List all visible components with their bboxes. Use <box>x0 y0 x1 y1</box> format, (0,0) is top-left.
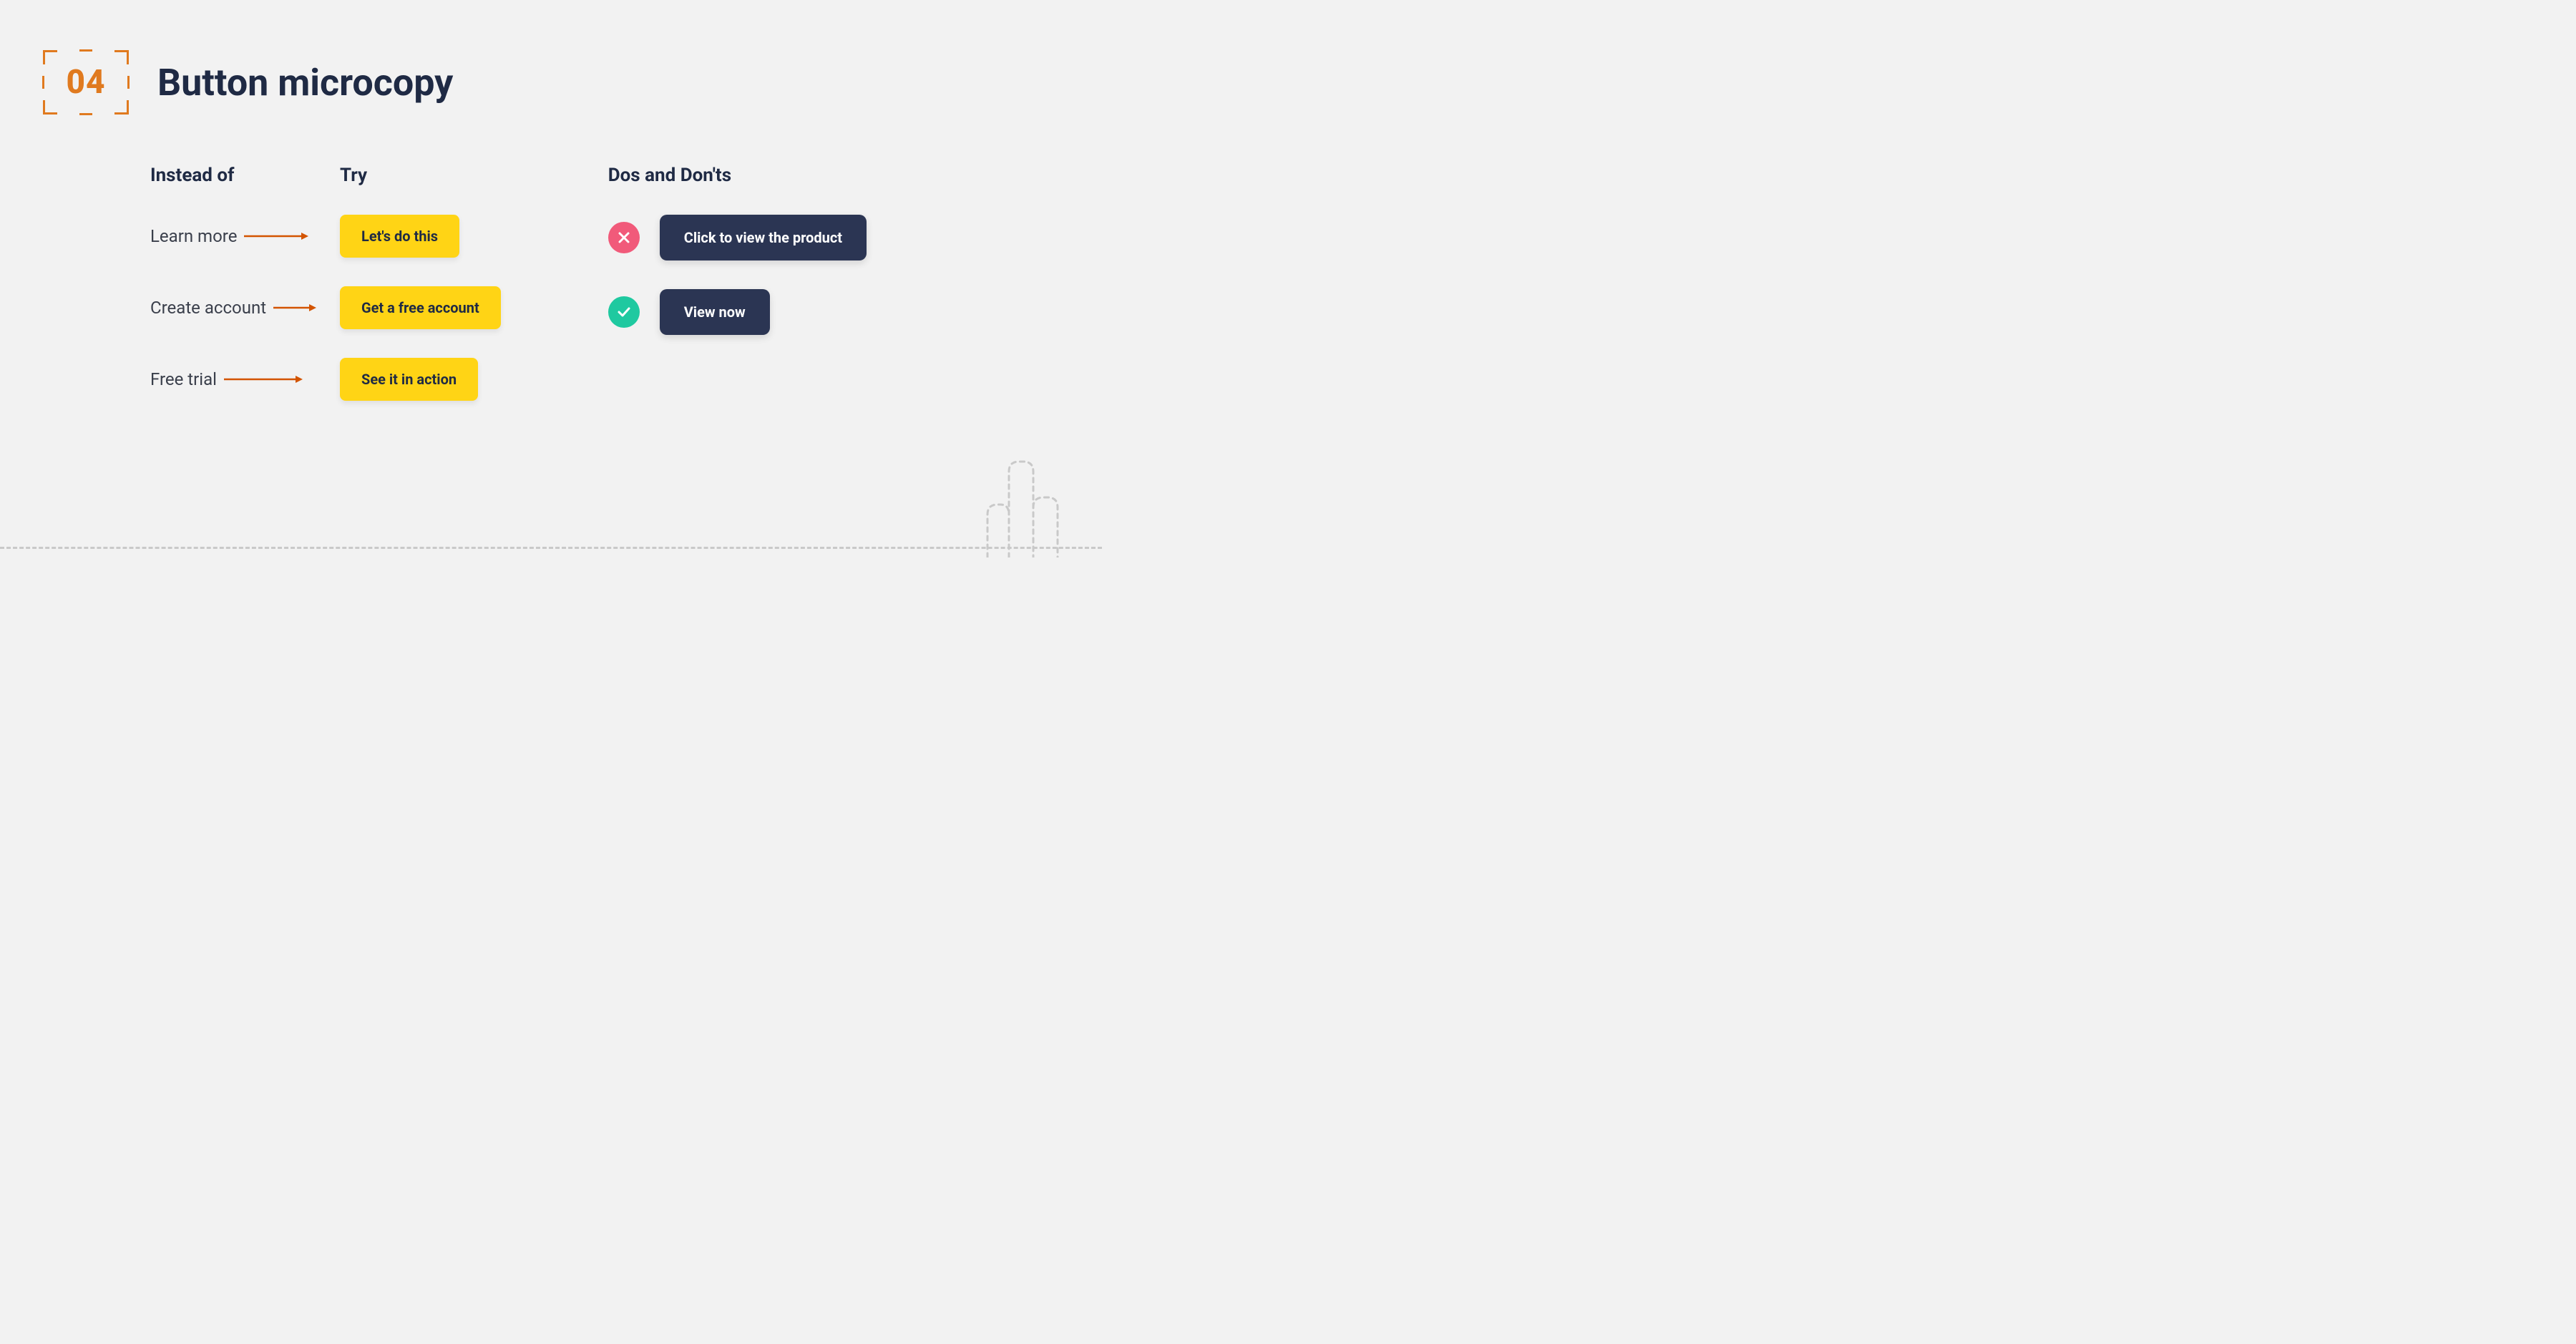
comparison-row: Learn more Let's do this <box>150 215 501 258</box>
slide-number: 04 <box>66 63 105 102</box>
check-icon <box>608 296 640 328</box>
dos-donts-heading: Dos and Don'ts <box>608 165 867 186</box>
slide-title: Button microcopy <box>157 61 453 104</box>
slide-header: 04 Button microcopy <box>43 50 453 115</box>
cross-icon <box>608 222 640 253</box>
cactus-decoration <box>945 457 1073 560</box>
arrow-icon <box>224 374 303 384</box>
instead-text: Free trial <box>150 369 217 389</box>
dos-donts-block: Dos and Don'ts Click to view the product… <box>608 165 867 429</box>
corner-decoration <box>43 100 57 115</box>
arrow-icon <box>244 231 308 241</box>
try-button: Get a free account <box>340 286 501 329</box>
slide-number-frame: 04 <box>43 50 129 115</box>
try-button: Let's do this <box>340 215 459 258</box>
comparison-row: Free trial See it in action <box>150 358 501 401</box>
corner-decoration <box>43 50 57 64</box>
tick-decoration <box>127 76 130 89</box>
instead-text: Create account <box>150 298 266 318</box>
column-header-try: Try <box>340 165 367 186</box>
do-row: View now <box>608 289 867 335</box>
slide: 04 Button microcopy Instead of Try Learn… <box>0 0 1102 575</box>
tick-decoration <box>79 49 92 52</box>
try-button: See it in action <box>340 358 478 401</box>
dashed-baseline-decoration <box>0 547 1102 549</box>
corner-decoration <box>114 50 129 64</box>
corner-decoration <box>114 100 129 115</box>
dont-row: Click to view the product <box>608 215 867 260</box>
column-header-instead: Instead of <box>150 165 340 186</box>
column-headers: Instead of Try <box>150 165 501 186</box>
tick-decoration <box>42 76 44 89</box>
arrow-icon <box>273 303 316 313</box>
comparison-row: Create account Get a free account <box>150 286 501 329</box>
instead-text: Learn more <box>150 226 237 246</box>
tick-decoration <box>79 113 92 115</box>
do-button-example: View now <box>660 289 770 335</box>
comparison-block: Instead of Try Learn more Let's do this … <box>150 165 501 429</box>
dont-button-example: Click to view the product <box>660 215 867 260</box>
content-area: Instead of Try Learn more Let's do this … <box>150 165 1059 429</box>
